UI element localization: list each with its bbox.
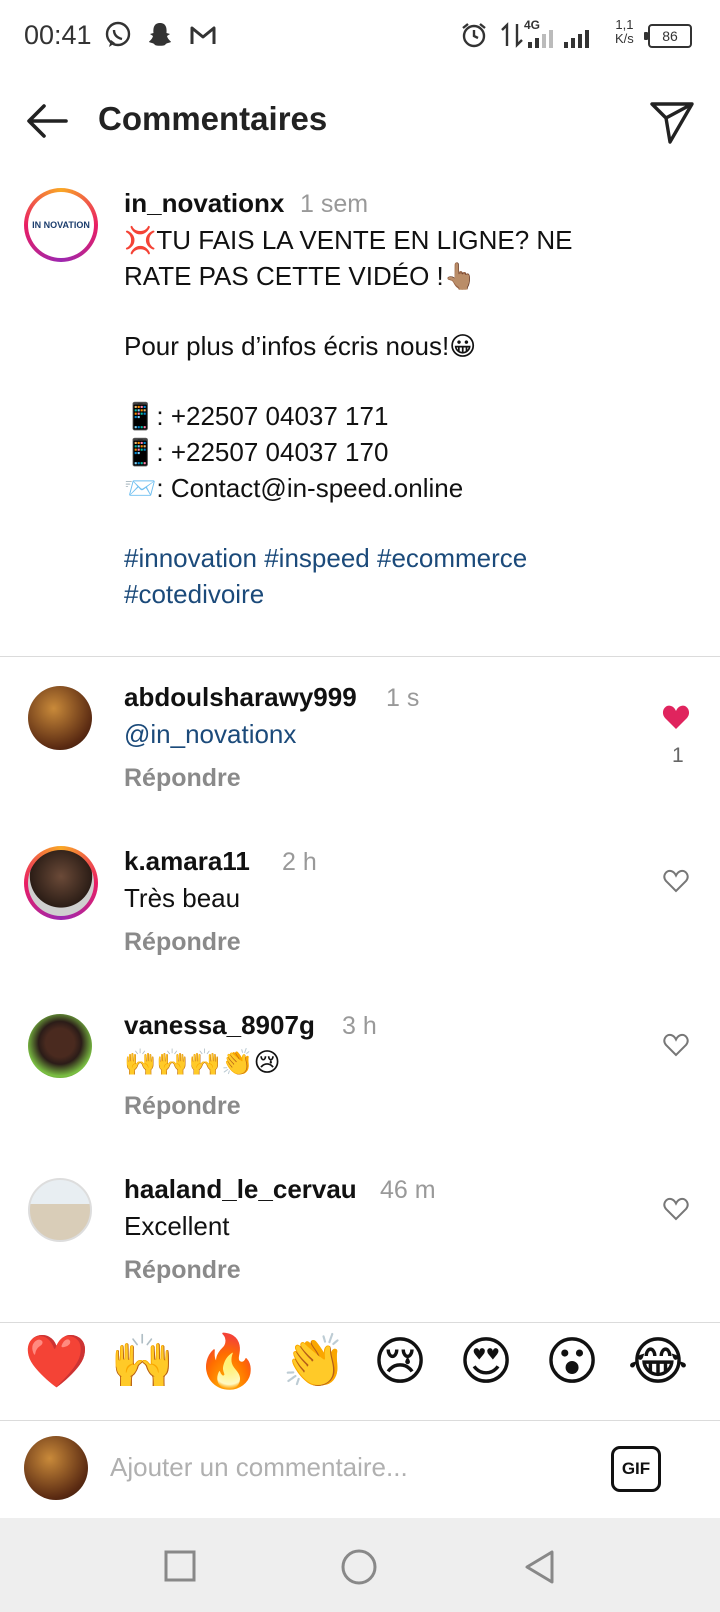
reply-button[interactable]: Répondre [124, 764, 241, 793]
avatar-logo-text: IN NOVATION [32, 220, 90, 230]
gmail-icon [190, 26, 216, 44]
gif-button[interactable]: GIF [611, 1446, 661, 1492]
caption-phone: 📱: +22507 04037 170 [124, 437, 389, 467]
reply-button[interactable]: Répondre [124, 1092, 241, 1121]
data-arrows-icon [501, 22, 523, 48]
heart-outline-icon[interactable] [662, 868, 690, 894]
triangle-back-icon[interactable] [522, 1548, 558, 1586]
heart-outline-icon[interactable] [662, 1196, 690, 1222]
emoji-fire[interactable]: 🔥 [196, 1330, 261, 1394]
square-icon[interactable] [162, 1548, 198, 1584]
snapchat-icon [149, 23, 171, 46]
back-arrow-icon[interactable] [22, 96, 72, 146]
avatar[interactable] [28, 1178, 92, 1242]
comment-input[interactable]: Ajouter un commentaire... [110, 1452, 408, 1483]
post-avatar-ring[interactable]: IN NOVATION [24, 188, 98, 262]
caption-line: 💢TU FAIS LA VENTE EN LIGNE? NE [124, 225, 573, 255]
comment-username[interactable]: vanessa_8907g [124, 1010, 315, 1041]
emoji-clap[interactable]: 👏 [282, 1330, 347, 1394]
comment-text[interactable]: @in_novationx [124, 716, 296, 752]
comment-text: Excellent [124, 1211, 230, 1241]
alarm-icon [462, 23, 486, 48]
comment-time: 1 s [386, 684, 420, 712]
reply-button[interactable]: Répondre [124, 928, 241, 957]
signal-icon [564, 30, 589, 48]
avatar[interactable] [28, 1014, 92, 1078]
battery-indicator: 86 [644, 24, 692, 48]
avatar-ring[interactable] [24, 846, 98, 920]
page-title: Commentaires [98, 100, 328, 137]
status-bar: 00:41 4G 1,1 K/s 86 [0, 0, 720, 72]
avatar[interactable] [28, 686, 92, 750]
send-icon[interactable] [646, 96, 698, 148]
caption-line: Pour plus d’infos écris nous!😀 [124, 331, 477, 361]
circle-icon[interactable] [340, 1548, 378, 1586]
emoji-laughing[interactable]: 😂 [626, 1330, 690, 1394]
comment-username[interactable]: haaland_le_cervau [124, 1174, 357, 1205]
post-avatar: IN NOVATION [28, 192, 94, 258]
status-time: 00:41 [24, 20, 92, 50]
avatar [28, 850, 94, 916]
caption-hashtags[interactable]: #cotedivoire [124, 576, 684, 612]
comment-username[interactable]: abdoulsharawy999 [124, 682, 357, 713]
emoji-heart-eyes[interactable]: 😍 [454, 1330, 518, 1394]
comment-time: 3 h [342, 1012, 377, 1040]
post-caption: 💢TU FAIS LA VENTE EN LIGNE? NE RATE PAS … [124, 222, 684, 612]
divider [0, 656, 720, 657]
emoji-crying[interactable]: 😢 [368, 1330, 432, 1394]
heart-outline-icon[interactable] [662, 1032, 690, 1058]
own-avatar [24, 1436, 88, 1500]
post-time: 1 sem [300, 190, 369, 218]
comment-username[interactable]: k.amara11 [124, 846, 250, 877]
comment-time: 2 h [282, 848, 317, 876]
comment-text: 🙌🙌🙌👏😢 [124, 1047, 281, 1077]
system-nav-bar [0, 1518, 720, 1612]
caption-line: RATE PAS CETTE VIDÉO !👆🏽 [124, 261, 477, 291]
comment-text: Très beau [124, 883, 241, 913]
signal-icon [528, 30, 553, 48]
divider [0, 1322, 720, 1323]
caption-hashtags[interactable]: #innovation #inspeed #ecommerce [124, 540, 684, 576]
network-speed: 1,1 K/s [615, 17, 634, 46]
reply-button[interactable]: Répondre [124, 1256, 241, 1285]
caption-email: 📨: Contact@in-speed.online [124, 473, 464, 503]
divider [0, 1420, 720, 1421]
heart-filled-icon[interactable] [662, 704, 690, 730]
caption-phone: 📱: +22507 04037 171 [124, 401, 389, 431]
emoji-surprised[interactable]: 😮 [540, 1330, 604, 1394]
comment-time: 46 m [380, 1176, 436, 1204]
post-username[interactable]: in_novationx [124, 188, 284, 219]
whatsapp-icon [105, 21, 131, 47]
emoji-heart[interactable]: ❤️ [24, 1330, 89, 1394]
emoji-raised-hands[interactable]: 🙌 [110, 1330, 175, 1394]
like-count: 1 [672, 744, 684, 767]
